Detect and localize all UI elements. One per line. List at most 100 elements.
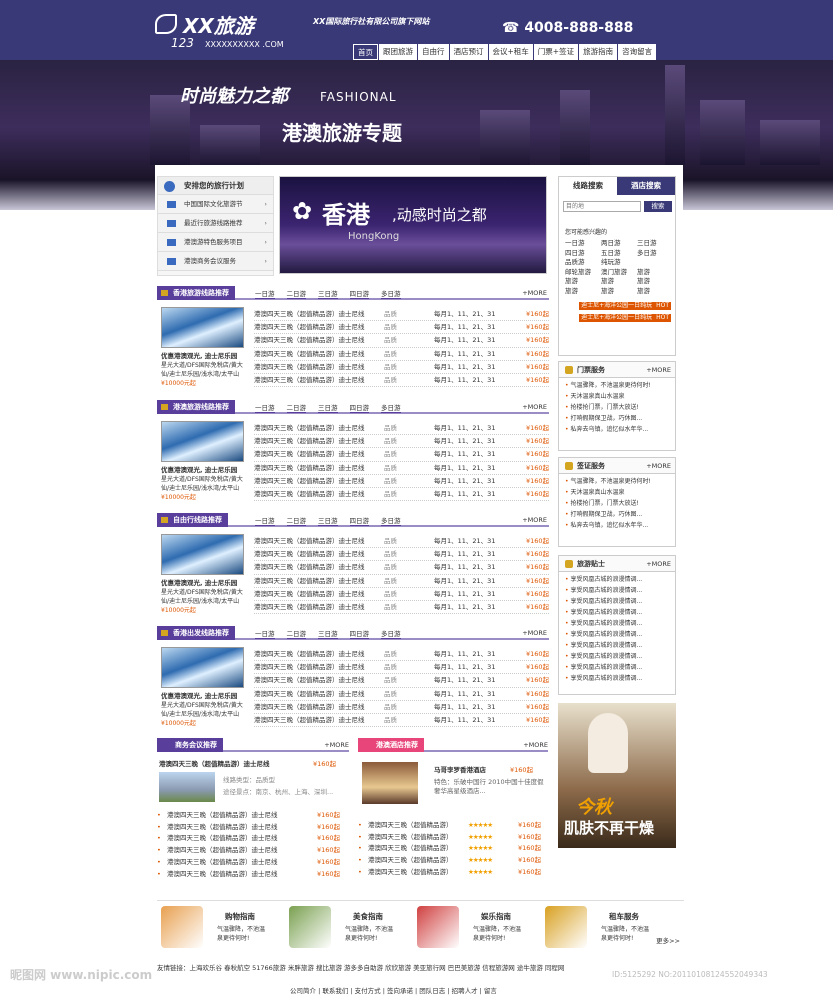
section-tab[interactable]: 四日游	[349, 402, 369, 413]
guide-item[interactable]: 购物指南 气温骤降，不池温泉更待何时!	[157, 901, 287, 957]
nav-item[interactable]: 酒店预订	[449, 44, 488, 60]
side-list-item[interactable]: 享受风凰古城的浪漫情调...	[565, 618, 669, 629]
hotel-item[interactable]: 港澳四天三晚（超值精品游） ★★★★★ ¥160起	[358, 820, 548, 832]
side-list-item[interactable]: 打响假期保卫战，巧休图...	[565, 413, 669, 424]
guide-more-link[interactable]: 更多>>	[656, 935, 680, 945]
section-tab[interactable]: 三日游	[318, 288, 338, 299]
section-more-link[interactable]: +MORE	[522, 516, 547, 524]
hongkong-promo[interactable]: ✿ 香港 ,动感时尚之都 HongKong	[279, 176, 547, 274]
section-tab[interactable]: 多日游	[381, 288, 401, 299]
side-list-item[interactable]: 私奔去乌镇，追忆似水年华...	[565, 424, 669, 435]
section-tab[interactable]: 一日游	[255, 515, 275, 526]
ticket-more-link[interactable]: +MORE	[646, 362, 671, 378]
plan-item[interactable]: 港澳游特色服务项目	[158, 233, 273, 252]
tab-hotel-search[interactable]: 酒店搜索	[617, 177, 675, 195]
interest-tag[interactable]: 旅游	[565, 287, 601, 297]
section-tab[interactable]: 多日游	[381, 628, 401, 639]
section-tab[interactable]: 一日游	[255, 628, 275, 639]
side-list-item[interactable]: 享受风凰古城的浪漫情调...	[565, 596, 669, 607]
visa-more-link[interactable]: +MORE	[646, 458, 671, 474]
hotel-item[interactable]: 港澳四天三晚（超值精品游） ★★★★★ ¥160起	[358, 855, 548, 867]
business-item[interactable]: 港澳四天三晚（超值精品游）迪士尼线 ¥160起	[157, 810, 349, 822]
nav-item[interactable]: 自由行	[418, 44, 449, 60]
route-row[interactable]: 港澳四天三晚（超值精品游）迪士尼线 品质 每月1、11、21、31 ¥160起	[254, 601, 549, 615]
interest-tag[interactable]: 一日游	[565, 239, 601, 249]
nav-item[interactable]: 跟团旅游	[379, 44, 417, 60]
interest-tag[interactable]: 旅游	[637, 268, 673, 278]
hotel-more-link[interactable]: +MORE	[523, 741, 548, 749]
guide-item[interactable]: 娱乐指南 气温骤降，不池温泉更待何时!	[413, 901, 543, 957]
section-more-link[interactable]: +MORE	[522, 289, 547, 297]
interest-tag[interactable]: 旅游	[601, 277, 637, 287]
section-tab[interactable]: 三日游	[318, 402, 338, 413]
hotel-item[interactable]: 港澳四天三晚（超值精品游） ★★★★★ ¥160起	[358, 867, 548, 879]
section-tab[interactable]: 四日游	[349, 288, 369, 299]
interest-tag[interactable]: 旅游	[601, 287, 637, 297]
route-row[interactable]: 港澳四天三晚（超值精品游）迪士尼线 品质 每月1、11、21、31 ¥160起	[254, 308, 549, 322]
section-tab[interactable]: 二日游	[286, 515, 306, 526]
route-row[interactable]: 港澳四天三晚（超值精品游）迪士尼线 品质 每月1、11、21、31 ¥160起	[254, 488, 549, 502]
interest-tag[interactable]: 澳门旅游	[601, 268, 637, 278]
search-button[interactable]: 搜索	[644, 201, 672, 212]
interest-tag[interactable]: 五日游	[601, 249, 637, 259]
business-feature[interactable]: 港澳四天三晚（超值精品游）迪士尼线 ¥160起 线路类型：品质型 途径景点：南京…	[157, 752, 349, 804]
section-tab[interactable]: 多日游	[381, 402, 401, 413]
tab-route-search[interactable]: 线路搜索	[559, 177, 617, 195]
side-list-item[interactable]: 气温骤降，不池温泉更待何时!	[565, 476, 669, 487]
guide-item[interactable]: 租车服务 气温骤降，不池温泉更待何时!	[541, 901, 671, 957]
side-list-item[interactable]: 享受风凰古城的浪漫情调...	[565, 651, 669, 662]
business-item[interactable]: 港澳四天三晚（超值精品游）迪士尼线 ¥160起	[157, 833, 349, 845]
route-row[interactable]: 港澳四天三晚（超值精品游）迪士尼线 品质 每月1、11、21、31 ¥160起	[254, 361, 549, 374]
nav-item[interactable]: 门票+签证	[533, 44, 579, 60]
section-tab[interactable]: 二日游	[286, 628, 306, 639]
route-row[interactable]: 港澳四天三晚（超值精品游）迪士尼线 品质 每月1、11、21、31 ¥160起	[254, 688, 549, 701]
section-tab[interactable]: 四日游	[349, 515, 369, 526]
route-row[interactable]: 港澳四天三晚（超值精品游）迪士尼线 品质 每月1、11、21、31 ¥160起	[254, 588, 549, 601]
interest-tag[interactable]: 品质游	[565, 258, 601, 268]
section-tab[interactable]: 一日游	[255, 288, 275, 299]
route-row[interactable]: 港澳四天三晚（超值精品游）迪士尼线 品质 每月1、11、21、31 ¥160起	[254, 648, 549, 662]
interest-tag[interactable]: 旅游	[637, 277, 673, 287]
footer-links[interactable]: 公司简介 | 联系我们 | 支付方式 | 签向承诺 | 团队日志 | 招聘人才 …	[290, 985, 497, 995]
side-list-item[interactable]: 享受风凰古城的浪漫情调...	[565, 574, 669, 585]
friend-links[interactable]: 友情链接：上海欢乐谷 春秋航空 51766旅游 米胖旅游 搜比旅游 游多多自助游…	[157, 962, 677, 972]
side-list-item[interactable]: 抢楼抢门票，门票大放送!	[565, 498, 669, 509]
route-photo[interactable]	[161, 647, 244, 688]
interest-tag[interactable]: 旅游	[565, 277, 601, 287]
route-row[interactable]: 港澳四天三晚（超值精品游）迪士尼线 品质 每月1、11、21、31 ¥160起	[254, 422, 549, 436]
interest-tag[interactable]	[637, 258, 673, 268]
plan-item[interactable]: 中国国际文化旅游节	[158, 195, 273, 214]
side-list-item[interactable]: 享受风凰古城的浪漫情调...	[565, 640, 669, 651]
section-tab[interactable]: 三日游	[318, 628, 338, 639]
route-row[interactable]: 港澳四天三晚（超值精品游）迪士尼线 品质 每月1、11、21、31 ¥160起	[254, 535, 549, 549]
section-tab[interactable]: 一日游	[255, 402, 275, 413]
business-item[interactable]: 港澳四天三晚（超值精品游）迪士尼线 ¥160起	[157, 822, 349, 834]
route-row[interactable]: 港澳四天三晚（超值精品游）迪士尼线 品质 每月1、11、21、31 ¥160起	[254, 674, 549, 688]
route-row[interactable]: 港澳四天三晚（超值精品游）迪士尼线 品质 每月1、11、21、31 ¥160起	[254, 435, 549, 449]
side-list-item[interactable]: 享受风凰古城的浪漫情调...	[565, 662, 669, 673]
route-row[interactable]: 港澳四天三晚（超值精品游）迪士尼线 品质 每月1、11、21、31 ¥160起	[254, 334, 549, 348]
interest-tag[interactable]: 纯玩游	[601, 258, 637, 268]
nav-item[interactable]: 咨询留言	[618, 44, 657, 60]
interest-tag[interactable]: 旅游	[637, 287, 673, 297]
business-more-link[interactable]: +MORE	[324, 741, 349, 749]
interest-tag[interactable]: 多日游	[637, 249, 673, 259]
interest-tag[interactable]: 两日游	[601, 239, 637, 249]
route-row[interactable]: 港澳四天三晚（超值精品游）迪士尼线 品质 每月1、11、21、31 ¥160起	[254, 561, 549, 575]
tips-more-link[interactable]: +MORE	[646, 556, 671, 572]
plan-item[interactable]: 港澳商务会议服务	[158, 252, 273, 271]
side-list-item[interactable]: 天沐温泉真山水温泉	[565, 391, 669, 402]
business-item[interactable]: 港澳四天三晚（超值精品游）迪士尼线 ¥160起	[157, 857, 349, 869]
nav-item[interactable]: 旅游指南	[579, 44, 618, 60]
route-row[interactable]: 港澳四天三晚（超值精品游）迪士尼线 品质 每月1、11、21、31 ¥160起	[254, 321, 549, 335]
side-list-item[interactable]: 抢楼抢门票，门票大放送!	[565, 402, 669, 413]
route-row[interactable]: 港澳四天三晚（超值精品游）迪士尼线 品质 每月1、11、21、31 ¥160起	[254, 462, 549, 475]
section-more-link[interactable]: +MORE	[522, 403, 547, 411]
business-item[interactable]: 港澳四天三晚（超值精品游）迪士尼线 ¥160起	[157, 845, 349, 857]
side-list-item[interactable]: 打响假期保卫战，巧休图...	[565, 509, 669, 520]
side-list-item[interactable]: 气温骤降，不池温泉更待何时!	[565, 380, 669, 391]
route-row[interactable]: 港澳四天三晚（超值精品游）迪士尼线 品质 每月1、11、21、31 ¥160起	[254, 575, 549, 588]
route-photo[interactable]	[161, 307, 244, 348]
guide-item[interactable]: 美食指南 气温骤降，不池温泉更待何时!	[285, 901, 415, 957]
route-row[interactable]: 港澳四天三晚（超值精品游）迪士尼线 品质 每月1、11、21、31 ¥160起	[254, 714, 549, 728]
